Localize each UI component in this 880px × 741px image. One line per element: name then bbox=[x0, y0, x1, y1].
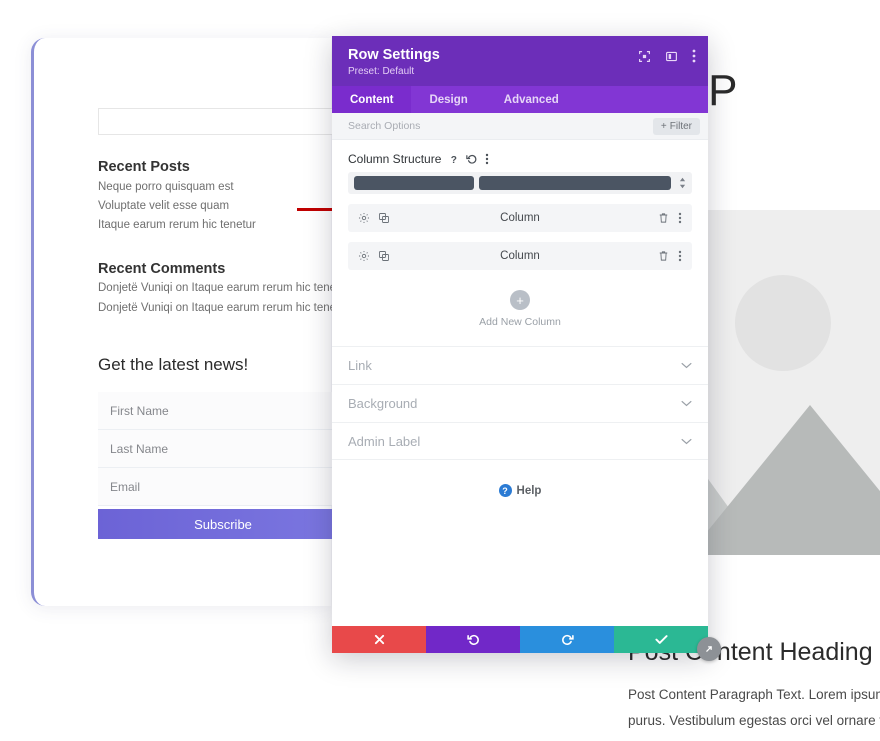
section-background-label: Background bbox=[348, 396, 418, 411]
duplicate-icon[interactable] bbox=[378, 250, 390, 262]
column-label: Column bbox=[500, 212, 540, 224]
section-link-label: Link bbox=[348, 358, 372, 373]
cancel-button[interactable] bbox=[332, 626, 426, 653]
gear-icon[interactable] bbox=[358, 212, 370, 224]
column-structure-header: Column Structure ? bbox=[332, 140, 708, 172]
help-label: Help bbox=[516, 484, 542, 497]
more-vertical-icon[interactable] bbox=[485, 153, 489, 165]
more-vertical-icon[interactable] bbox=[678, 212, 682, 224]
column-structure-selector[interactable] bbox=[348, 172, 692, 194]
post-content-paragraph-line2: purus. Vestibulum egestas orci vel ornar… bbox=[628, 713, 880, 728]
recent-post-link[interactable]: Voluptate velit esse quam bbox=[98, 200, 229, 212]
first-name-field[interactable]: First Name bbox=[98, 392, 348, 430]
plus-icon: + bbox=[510, 290, 530, 310]
svg-text:?: ? bbox=[451, 155, 457, 165]
add-new-column-label: Add New Column bbox=[479, 316, 561, 328]
expand-icon[interactable] bbox=[638, 50, 651, 63]
recent-post-link[interactable]: Neque porro quisquam est bbox=[98, 181, 234, 193]
recent-post-link[interactable]: Itaque earum rerum hic tenetur bbox=[98, 219, 256, 231]
tab-design[interactable]: Design bbox=[411, 86, 485, 113]
filter-button[interactable]: + Filter bbox=[652, 117, 700, 135]
recent-posts-title: Recent Posts bbox=[98, 159, 190, 175]
recent-comment-link[interactable]: Donjetë Vuniqi on Itaque earum rerum hic… bbox=[98, 302, 349, 314]
screen: ynamic P Post Content Heading 1 Post Con… bbox=[0, 0, 880, 741]
search-options-bar: Search Options + Filter bbox=[332, 113, 708, 140]
modal-header-actions bbox=[638, 49, 696, 63]
section-admin-label[interactable]: Admin Label bbox=[332, 422, 708, 460]
undo-button[interactable] bbox=[426, 626, 520, 653]
placeholder-mountain-icon bbox=[680, 405, 880, 555]
question-icon: ? bbox=[498, 484, 512, 497]
plus-icon: + bbox=[660, 120, 667, 132]
help-link[interactable]: ? Help bbox=[332, 484, 708, 497]
section-admin-label-label: Admin Label bbox=[348, 433, 421, 449]
chevron-down-icon bbox=[681, 400, 692, 407]
newsletter-title: Get the latest news! bbox=[98, 355, 249, 374]
placeholder-circle-icon bbox=[735, 275, 831, 371]
column-segment-right[interactable] bbox=[479, 176, 671, 190]
chevron-updown-icon[interactable] bbox=[679, 176, 686, 190]
chevron-down-icon bbox=[681, 362, 692, 369]
gear-icon[interactable] bbox=[358, 250, 370, 262]
help-icon[interactable]: ? bbox=[448, 154, 459, 165]
duplicate-icon[interactable] bbox=[378, 212, 390, 224]
reset-icon[interactable] bbox=[466, 153, 478, 165]
subscribe-button[interactable]: Subscribe bbox=[98, 509, 348, 539]
resize-handle[interactable] bbox=[697, 637, 721, 661]
row-settings-modal: Row Settings Preset: Default Content Des… bbox=[332, 36, 708, 653]
recent-comments-title: Recent Comments bbox=[98, 261, 226, 277]
tab-advanced[interactable]: Advanced bbox=[486, 86, 577, 113]
more-vertical-icon[interactable] bbox=[692, 49, 696, 63]
save-button[interactable] bbox=[614, 626, 708, 653]
more-vertical-icon[interactable] bbox=[678, 250, 682, 262]
modal-tabs: Content Design Advanced bbox=[332, 86, 708, 113]
last-name-field[interactable]: Last Name bbox=[98, 430, 348, 468]
post-content-paragraph-line1: Post Content Paragraph Text. Lorem ipsum… bbox=[628, 687, 880, 702]
modal-footer bbox=[332, 626, 708, 653]
column-row[interactable]: Column bbox=[348, 204, 692, 232]
column-structure-label: Column Structure bbox=[348, 152, 442, 166]
search-options-input[interactable]: Search Options bbox=[348, 120, 653, 132]
column-segment-left[interactable] bbox=[354, 176, 474, 190]
section-background[interactable]: Background bbox=[332, 384, 708, 422]
tab-content[interactable]: Content bbox=[332, 86, 412, 113]
redo-button[interactable] bbox=[520, 626, 614, 653]
trash-icon[interactable] bbox=[658, 212, 669, 224]
column-label: Column bbox=[500, 250, 540, 262]
modal-body: Column Structure ? Column Column + Add N… bbox=[332, 140, 708, 626]
email-field[interactable]: Email bbox=[98, 468, 348, 506]
add-new-column-button[interactable]: + Add New Column bbox=[332, 290, 708, 346]
column-row[interactable]: Column bbox=[348, 242, 692, 270]
search-input[interactable] bbox=[98, 108, 358, 135]
modal-preset[interactable]: Preset: Default bbox=[348, 66, 692, 77]
filter-label: Filter bbox=[669, 120, 692, 132]
trash-icon[interactable] bbox=[658, 250, 669, 262]
layout-icon[interactable] bbox=[665, 50, 678, 63]
recent-comment-link[interactable]: Donjetë Vuniqi on Itaque earum rerum hic… bbox=[98, 282, 349, 294]
section-link[interactable]: Link bbox=[332, 346, 708, 384]
modal-header: Row Settings Preset: Default bbox=[332, 36, 708, 86]
chevron-down-icon bbox=[681, 438, 692, 445]
